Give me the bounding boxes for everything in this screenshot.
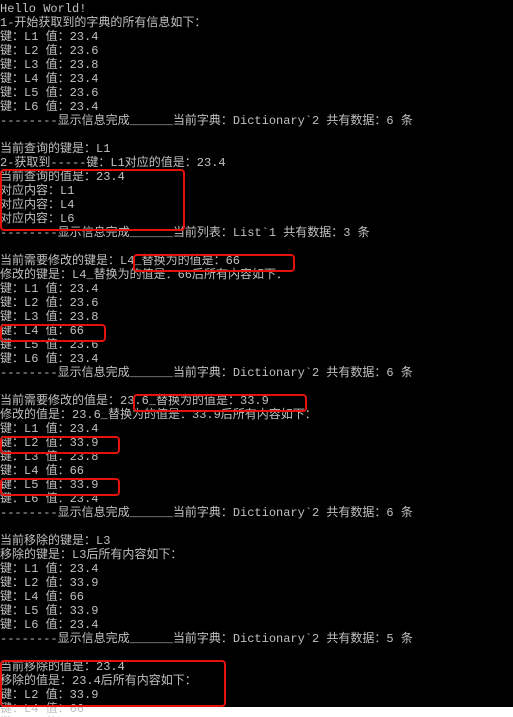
terminal-line: 键：L6 值：23.4 (0, 352, 511, 366)
terminal-line (0, 128, 511, 142)
terminal-line: 键：L4 值：66 (0, 464, 511, 478)
terminal-line: 当前移除的键是：L3 (0, 534, 511, 548)
terminal-line: 2-获取到-----键：L1对应的值是：23.4 (0, 156, 511, 170)
terminal-line: 键：L3 值：23.8 (0, 310, 511, 324)
terminal-line: --------显示信息完成______当前列表：List`1 共有数据：3 条 (0, 226, 511, 240)
terminal-line: 键：L3 值：23.8 (0, 58, 511, 72)
terminal-line: 键：L2 值：33.9 (0, 436, 511, 450)
terminal-line: 键：L2 值：33.9 (0, 688, 511, 702)
terminal-line: 键：L1 值：23.4 (0, 282, 511, 296)
terminal-line: 键：L6 值：23.4 (0, 492, 511, 506)
terminal-line: --------显示信息完成______当前字典：Dictionary`2 共有… (0, 366, 511, 380)
terminal-line (0, 520, 511, 534)
terminal-line: 对应内容：L6 (0, 212, 511, 226)
terminal-line: --------显示信息完成______当前字典：Dictionary`2 共有… (0, 632, 511, 646)
terminal-output: Hello World!1-开始获取到的字典的所有信息如下：键：L1 值：23.… (0, 0, 513, 707)
terminal-line: 修改的值是：23.6_替换为的值是：33.9后所有内容如下： (0, 408, 511, 422)
terminal-line: 键：L4 值：23.4 (0, 72, 511, 86)
terminal-line: 键：L1 值：23.4 (0, 562, 511, 576)
terminal-line: 键：L6 值：23.4 (0, 100, 511, 114)
terminal-line: 键：L3 值：23.8 (0, 450, 511, 464)
terminal-line: 1-开始获取到的字典的所有信息如下： (0, 16, 511, 30)
terminal-line: 移除的键是：L3后所有内容如下： (0, 548, 511, 562)
terminal-line: 当前移除的值是：23.4 (0, 660, 511, 674)
terminal-line: 键：L6 值：23.4 (0, 618, 511, 632)
terminal-line: --------显示信息完成______当前字典：Dictionary`2 共有… (0, 114, 511, 128)
terminal-line: 键：L4 值：66 (0, 324, 511, 338)
terminal-line (0, 240, 511, 254)
terminal-line: 键：L5 值：23.6 (0, 338, 511, 352)
terminal-line: 对应内容：L4 (0, 198, 511, 212)
terminal-line: 键：L4 值：66 (0, 590, 511, 604)
terminal-line: 对应内容：L1 (0, 184, 511, 198)
terminal-line: 当前查询的值是：23.4 (0, 170, 511, 184)
terminal-line: 键：L2 值：23.6 (0, 296, 511, 310)
terminal-line: 键：L5 值：23.6 (0, 86, 511, 100)
terminal-line: 键：L1 值：23.4 (0, 422, 511, 436)
terminal-line: 键：L5 值：33.9 (0, 478, 511, 492)
terminal-line: 键：L2 值：23.6 (0, 44, 511, 58)
terminal-line: 修改的键是：L4_替换为的值是：66后所有内容如下： (0, 268, 511, 282)
terminal-line: 当前需要修改的键是：L4_替换为的值是：66 (0, 254, 511, 268)
terminal-line: 移除的值是：23.4后所有内容如下： (0, 674, 511, 688)
terminal-line (0, 380, 511, 394)
terminal-line: Hello World! (0, 2, 511, 16)
terminal-line: 键：L1 值：23.4 (0, 30, 511, 44)
terminal-line: 键：L5 值：33.9 (0, 604, 511, 618)
terminal-line: 当前需要修改的值是：23.6_替换为的值是：33.9 (0, 394, 511, 408)
terminal-line: 键：L2 值：33.9 (0, 576, 511, 590)
terminal-line: 当前查询的键是：L1 (0, 142, 511, 156)
terminal-line: --------显示信息完成______当前字典：Dictionary`2 共有… (0, 506, 511, 520)
terminal-line: 键：L4 值：66 (0, 702, 511, 716)
terminal-line (0, 646, 511, 660)
